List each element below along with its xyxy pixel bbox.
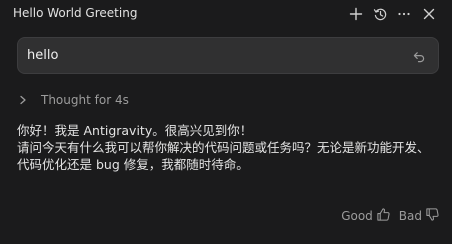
message-input[interactable]: hello [17,37,439,74]
thought-toggle[interactable]: Thought for 4s [18,91,129,109]
chevron-right-icon [18,95,28,105]
thumbs-up-icon [376,207,391,226]
good-feedback-button[interactable]: Good [341,207,391,226]
message-input-value[interactable]: hello [27,48,58,63]
conversation-title: Hello World Greeting [13,6,138,20]
plus-icon[interactable] [347,5,365,23]
response-paragraph: 请问今天有什么我可以帮你解决的代码问题或任务吗？无论是新功能开发、代码优化还是 … [17,140,430,172]
good-label: Good [341,209,373,223]
bad-label: Bad [398,209,422,223]
feedback-bar: Good Bad [333,207,440,225]
close-icon[interactable] [420,5,438,23]
thought-label: Thought for 4s [41,93,129,107]
panel-header: Hello World Greeting [0,0,452,28]
history-icon[interactable] [371,5,389,23]
response-line: 你好！我是 Antigravity。很高兴见到你！ [17,123,253,138]
thumbs-down-icon [425,207,440,226]
assistant-response: 你好！我是 Antigravity。很高兴见到你！ 请问今天有什么我可以帮你解决… [17,122,437,173]
undo-icon[interactable] [412,49,426,63]
bad-feedback-button[interactable]: Bad [399,207,440,226]
more-icon[interactable] [395,5,413,23]
